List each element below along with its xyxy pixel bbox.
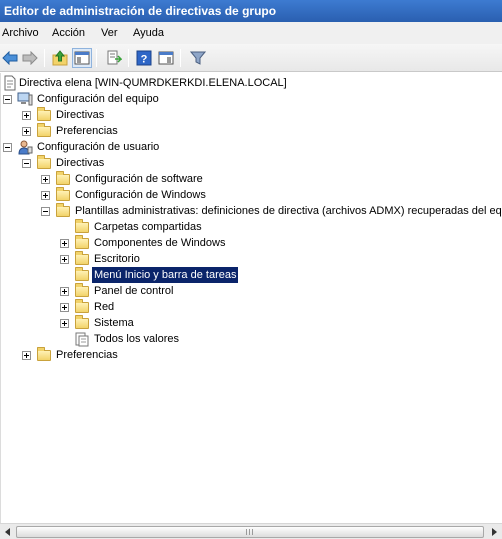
tree-root[interactable]: Directiva elena [WIN-QUMRDKERKDI.ELENA.L… [1, 75, 501, 91]
folder-icon [36, 347, 52, 363]
expand-toggle[interactable] [60, 287, 69, 296]
expand-toggle[interactable] [22, 351, 31, 360]
expand-toggle[interactable] [41, 175, 50, 184]
tree-node-usuario-directivas[interactable]: Directivas [1, 155, 501, 171]
collapse-toggle[interactable] [41, 207, 50, 216]
filter-icon[interactable] [188, 48, 208, 68]
collapse-toggle[interactable] [22, 159, 31, 168]
folder-icon [36, 155, 52, 171]
tree-node-label: Escritorio [94, 253, 140, 265]
menu-bar: Archivo Acción Ver Ayuda [0, 22, 502, 44]
forward-arrow-icon[interactable] [20, 48, 40, 68]
tree-node-label: Preferencias [56, 349, 118, 361]
tree-node-equipo-directivas[interactable]: Directivas [1, 107, 501, 123]
tree-node-label: Preferencias [56, 125, 118, 137]
tree-node-label: Directivas [56, 109, 105, 121]
tree-node-software[interactable]: Configuración de software [1, 171, 501, 187]
expand-toggle[interactable] [41, 191, 50, 200]
user-icon [17, 139, 33, 155]
back-arrow-icon[interactable] [0, 48, 20, 68]
tree-node-label: Plantillas administrativas: definiciones… [75, 205, 502, 217]
folder-icon [74, 315, 90, 331]
all-settings-icon [74, 331, 90, 347]
folder-icon [74, 299, 90, 315]
tree-node-label: Directivas [56, 157, 105, 169]
toolbar: ? [0, 44, 502, 72]
tree-node-label: Todos los valores [94, 333, 179, 345]
scroll-left-icon[interactable] [0, 525, 15, 539]
tree-node-equipo-preferencias[interactable]: Preferencias [1, 123, 501, 139]
folder-icon [55, 171, 71, 187]
show-hide-action-pane-icon[interactable] [156, 48, 176, 68]
expand-toggle[interactable] [60, 303, 69, 312]
tree-node-sistema[interactable]: Sistema [1, 315, 501, 331]
folder-icon [74, 235, 90, 251]
expand-toggle[interactable] [60, 255, 69, 264]
tree-node-red[interactable]: Red [1, 299, 501, 315]
menu-archivo[interactable]: Archivo [0, 22, 41, 44]
collapse-toggle[interactable] [3, 143, 12, 152]
computer-icon [17, 91, 33, 107]
show-hide-tree-icon[interactable] [72, 48, 92, 68]
tree-node-label: Red [94, 301, 115, 313]
toolbar-separator [96, 49, 97, 67]
tree-node-panel[interactable]: Panel de control [1, 283, 501, 299]
tree-node-label: Componentes de Windows [94, 237, 226, 249]
folder-icon [55, 187, 71, 203]
tree-node-label: Sistema [94, 317, 134, 329]
toolbar-separator [128, 49, 129, 67]
tree-node-plantillas[interactable]: Plantillas administrativas: definiciones… [1, 203, 502, 219]
scrollbar-thumb[interactable] [16, 526, 484, 538]
menu-ayuda[interactable]: Ayuda [131, 22, 166, 44]
expand-toggle[interactable] [22, 127, 31, 136]
tree-node-label: Configuración de Windows [75, 189, 206, 201]
tree-node-label: Carpetas compartidas [94, 221, 202, 233]
folder-icon [74, 251, 90, 267]
policy-tree: Directiva elena [WIN-QUMRDKERKDI.ELENA.L… [0, 73, 502, 523]
tree-node-todos[interactable]: Todos los valores [1, 331, 501, 347]
tree-node-usuario[interactable]: Configuración de usuario [1, 139, 501, 155]
policy-document-icon [2, 75, 18, 91]
expand-toggle[interactable] [60, 239, 69, 248]
tree-root-label: Directiva elena [WIN-QUMRDKERKDI.ELENA.L… [19, 77, 287, 89]
tree-node-escritorio[interactable]: Escritorio [1, 251, 501, 267]
toolbar-separator [44, 49, 45, 67]
tree-node-usuario-preferencias[interactable]: Preferencias [1, 347, 501, 363]
folder-icon [55, 203, 71, 219]
folder-icon [74, 219, 90, 235]
tree-node-equipo[interactable]: Configuración del equipo [1, 91, 501, 107]
tree-node-label: Panel de control [94, 285, 174, 297]
export-list-icon[interactable] [104, 48, 124, 68]
horizontal-scrollbar[interactable] [0, 523, 502, 539]
expand-toggle[interactable] [22, 111, 31, 120]
tree-node-componentes[interactable]: Componentes de Windows [1, 235, 501, 251]
help-icon[interactable]: ? [134, 48, 154, 68]
tree-node-label: Configuración de usuario [37, 141, 160, 153]
tree-node-menu-inicio[interactable]: Menú Inicio y barra de tareas [1, 267, 501, 283]
menu-ver[interactable]: Ver [99, 22, 120, 44]
tree-node-windows[interactable]: Configuración de Windows [1, 187, 501, 203]
selected-tree-node-label: Menú Inicio y barra de tareas [92, 267, 239, 283]
collapse-toggle[interactable] [3, 95, 12, 104]
tree-node-label: Configuración del equipo [37, 93, 159, 105]
expand-toggle[interactable] [60, 319, 69, 328]
folder-icon [36, 123, 52, 139]
folder-icon [74, 267, 90, 283]
up-folder-icon[interactable] [50, 48, 70, 68]
menu-accion[interactable]: Acción [50, 22, 87, 44]
folder-icon [74, 283, 90, 299]
scroll-right-icon[interactable] [486, 525, 501, 539]
window-title: Editor de administración de directivas d… [0, 0, 502, 22]
folder-icon [36, 107, 52, 123]
svg-text:?: ? [141, 54, 148, 66]
tree-node-label: Configuración de software [75, 173, 203, 185]
tree-node-carpetas[interactable]: Carpetas compartidas [1, 219, 501, 235]
toolbar-separator [180, 49, 181, 67]
